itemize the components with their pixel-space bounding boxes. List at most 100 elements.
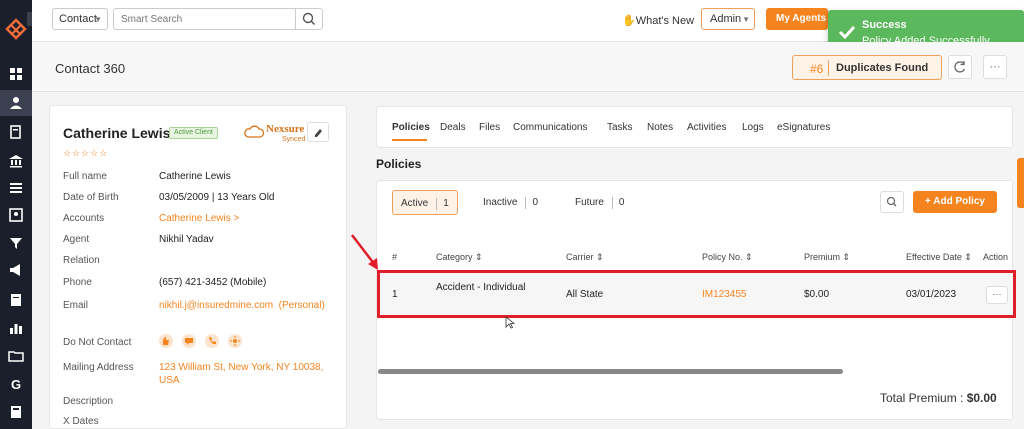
tab-tasks[interactable]: Tasks — [607, 122, 633, 133]
tab-policies[interactable]: Policies — [392, 122, 430, 133]
whats-new-link[interactable]: ✋What's New — [622, 14, 694, 27]
duplicates-count: #6 — [810, 62, 824, 76]
whats-new-label: What's New — [635, 15, 695, 27]
duplicates-label: Duplicates Found — [836, 62, 929, 74]
filter-future[interactable]: Future 0 — [575, 190, 624, 215]
active-tab-indicator — [392, 139, 427, 141]
policy-search-button[interactable] — [880, 191, 904, 213]
calculator-icon[interactable] — [8, 404, 24, 420]
integration-name: Nexsure — [266, 123, 305, 135]
accounts-label: Accounts — [63, 213, 105, 224]
nexsure-sync-badge[interactable]: Nexsure Synced — [243, 123, 305, 145]
sort-icon: ⇕ — [842, 252, 851, 262]
tab-files[interactable]: Files — [479, 122, 500, 133]
search-type-select[interactable]: Contact ▼ — [52, 8, 108, 30]
rating-stars[interactable]: ☆☆☆☆☆ — [63, 148, 108, 159]
smart-search-input[interactable] — [114, 9, 295, 29]
app-logo-icon[interactable] — [4, 18, 28, 42]
filter-count: 1 — [436, 198, 449, 210]
column-header-premium[interactable]: Premium ⇕ — [804, 252, 850, 263]
horizontal-scrollbar[interactable] — [378, 369, 843, 374]
status-badge: Active Client — [169, 127, 218, 139]
role-select[interactable]: Admin ▼ — [701, 8, 755, 30]
filter-count: 0 — [611, 197, 624, 209]
mouse-cursor-icon — [505, 316, 515, 329]
mailing-address-label: Mailing Address — [63, 362, 134, 373]
tab-communications[interactable]: Communications — [513, 122, 587, 133]
tab-notes[interactable]: Notes — [647, 122, 673, 133]
documents-icon[interactable] — [8, 124, 24, 140]
filter-active[interactable]: Active 1 — [392, 190, 458, 215]
refresh-icon — [954, 61, 966, 73]
add-policy-button[interactable]: + Add Policy — [913, 191, 997, 213]
folder-icon[interactable] — [8, 348, 24, 364]
row-highlight-box — [377, 270, 1016, 318]
divider — [828, 60, 829, 76]
accounts-link[interactable]: Catherine Lewis > — [159, 213, 239, 224]
side-panel-tab[interactable] — [1017, 158, 1024, 208]
column-header: # — [392, 252, 398, 262]
x-dates-label: X Dates — [63, 416, 99, 427]
column-header-action: Action — [983, 252, 1009, 262]
contacts-icon[interactable] — [8, 95, 24, 111]
dob-label: Date of Birth — [63, 192, 119, 203]
phone-value[interactable]: (657) 421-3452 (Mobile) — [159, 277, 266, 288]
column-header-label: Effective Date — [906, 252, 962, 262]
column-header-category[interactable]: Category ⇕ — [436, 252, 483, 263]
my-agents-button[interactable]: My Agents — [766, 8, 828, 30]
search-button[interactable] — [295, 8, 323, 30]
duplicates-found-button[interactable]: #6 Duplicates Found — [792, 55, 942, 80]
contact-card-icon[interactable] — [8, 207, 24, 223]
email-value[interactable]: nikhil.j@insuredmine.com (Personal) — [159, 300, 325, 311]
search-icon — [886, 196, 897, 207]
role-select-label: Admin — [710, 13, 742, 25]
refresh-button[interactable] — [948, 55, 972, 79]
edit-contact-button[interactable] — [307, 122, 329, 142]
column-header-label: Premium — [804, 252, 841, 262]
chevron-down-icon: ▼ — [742, 15, 750, 24]
filter-inactive[interactable]: Inactive 0 — [483, 190, 538, 215]
column-header-label: Category — [436, 252, 473, 262]
bank-icon[interactable] — [8, 153, 24, 169]
thumbs-up-icon[interactable] — [159, 334, 173, 348]
email-label: Email — [63, 300, 89, 311]
sun-icon[interactable] — [228, 334, 242, 348]
chevron-down-icon: ▼ — [94, 15, 102, 24]
phone-icon[interactable] — [205, 334, 219, 348]
sort-icon: ⇕ — [475, 252, 483, 262]
mailing-address-line2[interactable]: USA — [159, 375, 180, 386]
total-premium-label: Total Premium : — [880, 391, 964, 405]
agent-value: Nikhil Yadav — [159, 234, 214, 245]
search-icon — [302, 12, 316, 26]
sidebar: G — [0, 0, 32, 429]
smart-search-field[interactable] — [113, 8, 296, 30]
column-header-carrier[interactable]: Carrier ⇕ — [566, 252, 604, 263]
filter-label: Active — [401, 198, 429, 209]
mailing-address-line1[interactable]: 123 William St, New York, NY 10038, — [159, 362, 323, 373]
column-header-effective-date[interactable]: Effective Date ⇕ — [906, 252, 972, 263]
tab-deals[interactable]: Deals — [440, 122, 466, 133]
tab-logs[interactable]: Logs — [742, 122, 764, 133]
agent-label: Agent — [63, 234, 90, 245]
google-icon[interactable]: G — [8, 376, 24, 392]
chat-icon[interactable] — [182, 334, 196, 348]
list-icon[interactable] — [8, 180, 24, 196]
sort-icon: ⇕ — [596, 252, 604, 262]
column-header-policy-no[interactable]: Policy No. ⇕ — [702, 252, 753, 263]
tab-esignatures[interactable]: eSignatures — [777, 122, 830, 133]
notes-icon[interactable] — [8, 292, 24, 308]
search-type-label: Contact — [59, 13, 97, 25]
contact-name: Catherine Lewis — [63, 125, 171, 141]
more-options-button[interactable]: ··· — [983, 55, 1007, 79]
email-address[interactable]: nikhil.j@insuredmine.com — [159, 300, 273, 311]
filter-icon[interactable] — [8, 235, 24, 251]
pencil-icon — [315, 129, 322, 137]
relation-label: Relation — [63, 255, 100, 266]
dashboard-icon[interactable] — [8, 66, 24, 82]
tab-activities[interactable]: Activities — [687, 122, 726, 133]
analytics-icon[interactable] — [8, 320, 24, 336]
dob-value: 03/05/2009 | 13 Years Old — [159, 192, 275, 203]
do-not-contact-label: Do Not Contact — [63, 337, 132, 348]
filter-count: 0 — [525, 197, 538, 209]
megaphone-icon[interactable] — [8, 262, 24, 278]
